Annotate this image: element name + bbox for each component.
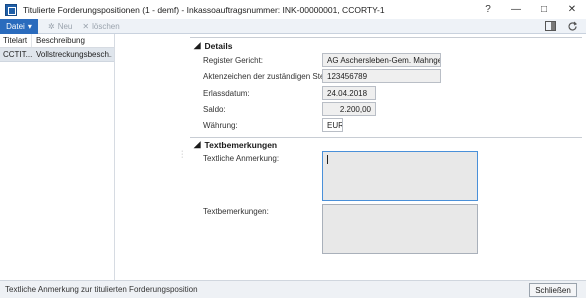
erlassdatum-field[interactable]: 24.04.2018 xyxy=(322,86,376,100)
grid-header: Titelart Beschreibung xyxy=(0,34,114,48)
textbemerkungen-section-header[interactable]: ◢ Textbemerkungen xyxy=(194,139,277,150)
aktenzeichen-field[interactable]: 123456789 xyxy=(322,69,441,83)
detail-pane: ◢ Details Register Gericht: AG Aschersle… xyxy=(186,34,586,280)
textbemerkungen-label: Textbemerkungen: xyxy=(203,207,269,216)
waehrung-field[interactable]: EUR xyxy=(322,118,343,132)
cell-beschreibung: Vollstreckungsbesch... xyxy=(36,50,112,59)
action-pane: Datei ▾ ✲ Neu ✕ löschen xyxy=(0,18,586,34)
waehrung-label: Währung: xyxy=(203,121,238,130)
close-window-button[interactable]: ✕ xyxy=(558,0,586,19)
neu-label: Neu xyxy=(57,21,73,31)
datei-label: Datei xyxy=(6,21,25,31)
divider xyxy=(190,37,582,38)
saldo-label: Saldo: xyxy=(203,105,226,114)
window-controls: ? — □ ✕ xyxy=(474,0,586,19)
aktenzeichen-label: Aktenzeichen der zuständigen Stelle: xyxy=(203,72,335,81)
details-section-header[interactable]: ◢ Details xyxy=(194,40,232,51)
table-row[interactable]: CCTIT... Vollstreckungsbesch... xyxy=(0,48,114,62)
column-header-titelart[interactable]: Titelart xyxy=(0,34,32,47)
textliche-anmerkung-label: Textliche Anmerkung: xyxy=(203,154,280,163)
saldo-field[interactable]: 2.200,00 xyxy=(322,102,376,116)
pane-splitter-handle[interactable]: · · · xyxy=(181,148,183,161)
column-header-beschreibung[interactable]: Beschreibung xyxy=(32,36,85,45)
register-gericht-label: Register Gericht: xyxy=(203,56,264,65)
details-heading: Details xyxy=(204,40,233,51)
app-icon xyxy=(5,3,17,16)
refresh-icon[interactable] xyxy=(566,20,578,32)
divider xyxy=(190,137,582,138)
toolbar-right-icons xyxy=(544,20,578,32)
maximize-button[interactable]: □ xyxy=(530,0,558,19)
loeschen-label: löschen xyxy=(92,21,120,31)
window-title: Titulierte Forderungspositionen (1 - dem… xyxy=(23,4,385,15)
cell-titelart: CCTIT... xyxy=(3,50,32,59)
positions-grid: Titelart Beschreibung CCTIT... Vollstrec… xyxy=(0,34,115,280)
status-bar: Textliche Anmerkung zur titulierten Ford… xyxy=(0,280,586,298)
neu-button[interactable]: ✲ Neu xyxy=(48,22,72,31)
help-button[interactable]: ? xyxy=(474,0,502,19)
title-bar: Titulierte Forderungspositionen (1 - dem… xyxy=(0,0,586,19)
minimize-button[interactable]: — xyxy=(502,0,530,19)
text-caret xyxy=(327,155,328,164)
textbemerkungen-textarea[interactable] xyxy=(322,204,478,254)
register-gericht-field[interactable]: AG Aschersleben-Gem. Mahngeric xyxy=(322,53,441,67)
schliessen-button[interactable]: Schließen xyxy=(529,283,577,297)
new-star-icon: ✲ xyxy=(48,21,55,31)
erlassdatum-label: Erlassdatum: xyxy=(203,89,250,98)
textliche-anmerkung-textarea[interactable] xyxy=(322,151,478,201)
status-text: Textliche Anmerkung zur titulierten Ford… xyxy=(5,285,198,294)
delete-x-icon: ✕ xyxy=(82,21,90,31)
datei-menu-button[interactable]: Datei ▾ xyxy=(0,18,38,34)
collapse-triangle-icon: ◢ xyxy=(194,40,201,50)
loeschen-button[interactable]: ✕ löschen xyxy=(82,22,119,31)
collapse-triangle-icon: ◢ xyxy=(194,139,201,149)
chevron-down-icon: ▾ xyxy=(27,21,32,31)
textbemerkungen-heading: Textbemerkungen xyxy=(204,139,278,150)
layout-icon[interactable] xyxy=(544,20,556,32)
